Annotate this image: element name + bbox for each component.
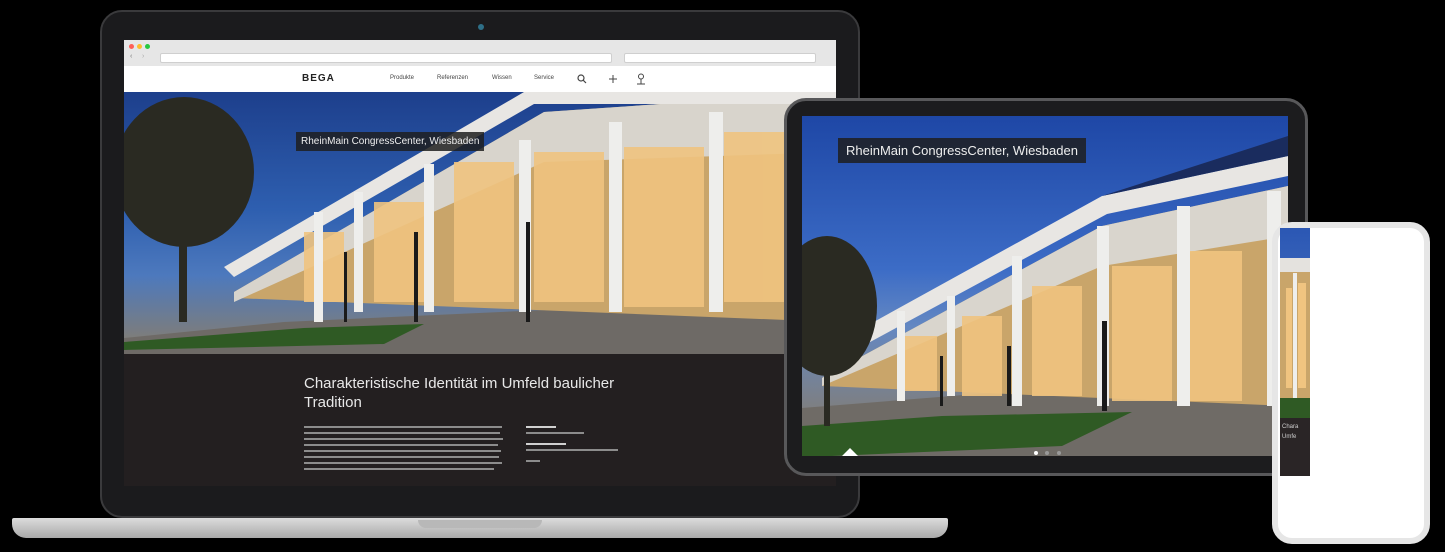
close-window-icon[interactable] — [129, 44, 134, 49]
page-headline: Charakteristische Identität im Umfeld ba… — [304, 375, 615, 411]
hero-caption: RheinMain CongressCenter, Wiesbaden — [296, 132, 485, 151]
pagination-dot-active[interactable] — [1034, 451, 1038, 455]
nav-item-service[interactable]: Service — [534, 75, 554, 81]
body-text-block — [304, 426, 504, 474]
forward-arrow-icon[interactable]: › — [142, 53, 144, 60]
nav-item-referenzen[interactable]: Referenzen — [437, 75, 468, 81]
phone-content-section: Chara Umfe — [1280, 418, 1310, 476]
maximize-window-icon[interactable] — [145, 44, 150, 49]
site-header: BEGA Produkte Referenzen Wissen Service — [124, 66, 836, 93]
content-section: Charakteristische Identität im Umfeld ba… — [124, 354, 836, 486]
nav-item-wissen[interactable]: Wissen — [492, 75, 512, 81]
minimize-window-icon[interactable] — [137, 44, 142, 49]
tablet-hero-caption: RheinMain CongressCenter, Wiesbaden — [838, 138, 1086, 163]
back-arrow-icon[interactable]: ‹ — [130, 53, 132, 60]
laptop-screen: ‹ › BEGA Produkte Referenzen Wissen Serv… — [124, 40, 836, 486]
tablet-screen: RheinMain CongressCenter, Wiesbaden — [802, 116, 1288, 456]
user-icon[interactable] — [636, 73, 646, 85]
search-icon[interactable] — [577, 74, 587, 84]
phone-building-photo — [1280, 258, 1310, 418]
phone-headline-line-1: Chara — [1282, 424, 1299, 430]
hero-image: RheinMain CongressCenter, Wiesbaden — [124, 92, 836, 354]
slider-pagination[interactable] — [1034, 442, 1061, 456]
address-bar[interactable] — [160, 53, 612, 63]
pagination-dot[interactable] — [1045, 451, 1050, 455]
tablet-building-photo — [802, 136, 1288, 456]
language-icon[interactable] — [608, 75, 618, 83]
browser-search-field[interactable] — [624, 53, 816, 63]
bega-logo[interactable]: BEGA — [302, 73, 335, 84]
phone-headline-line-2: Umfe — [1282, 434, 1297, 440]
pagination-dot[interactable] — [1056, 451, 1061, 455]
nav-item-produkte[interactable]: Produkte — [390, 75, 414, 81]
laptop-opening-notch — [418, 520, 542, 528]
browser-chrome: ‹ › — [124, 40, 836, 67]
laptop-camera — [478, 24, 484, 30]
project-meta — [526, 426, 646, 471]
